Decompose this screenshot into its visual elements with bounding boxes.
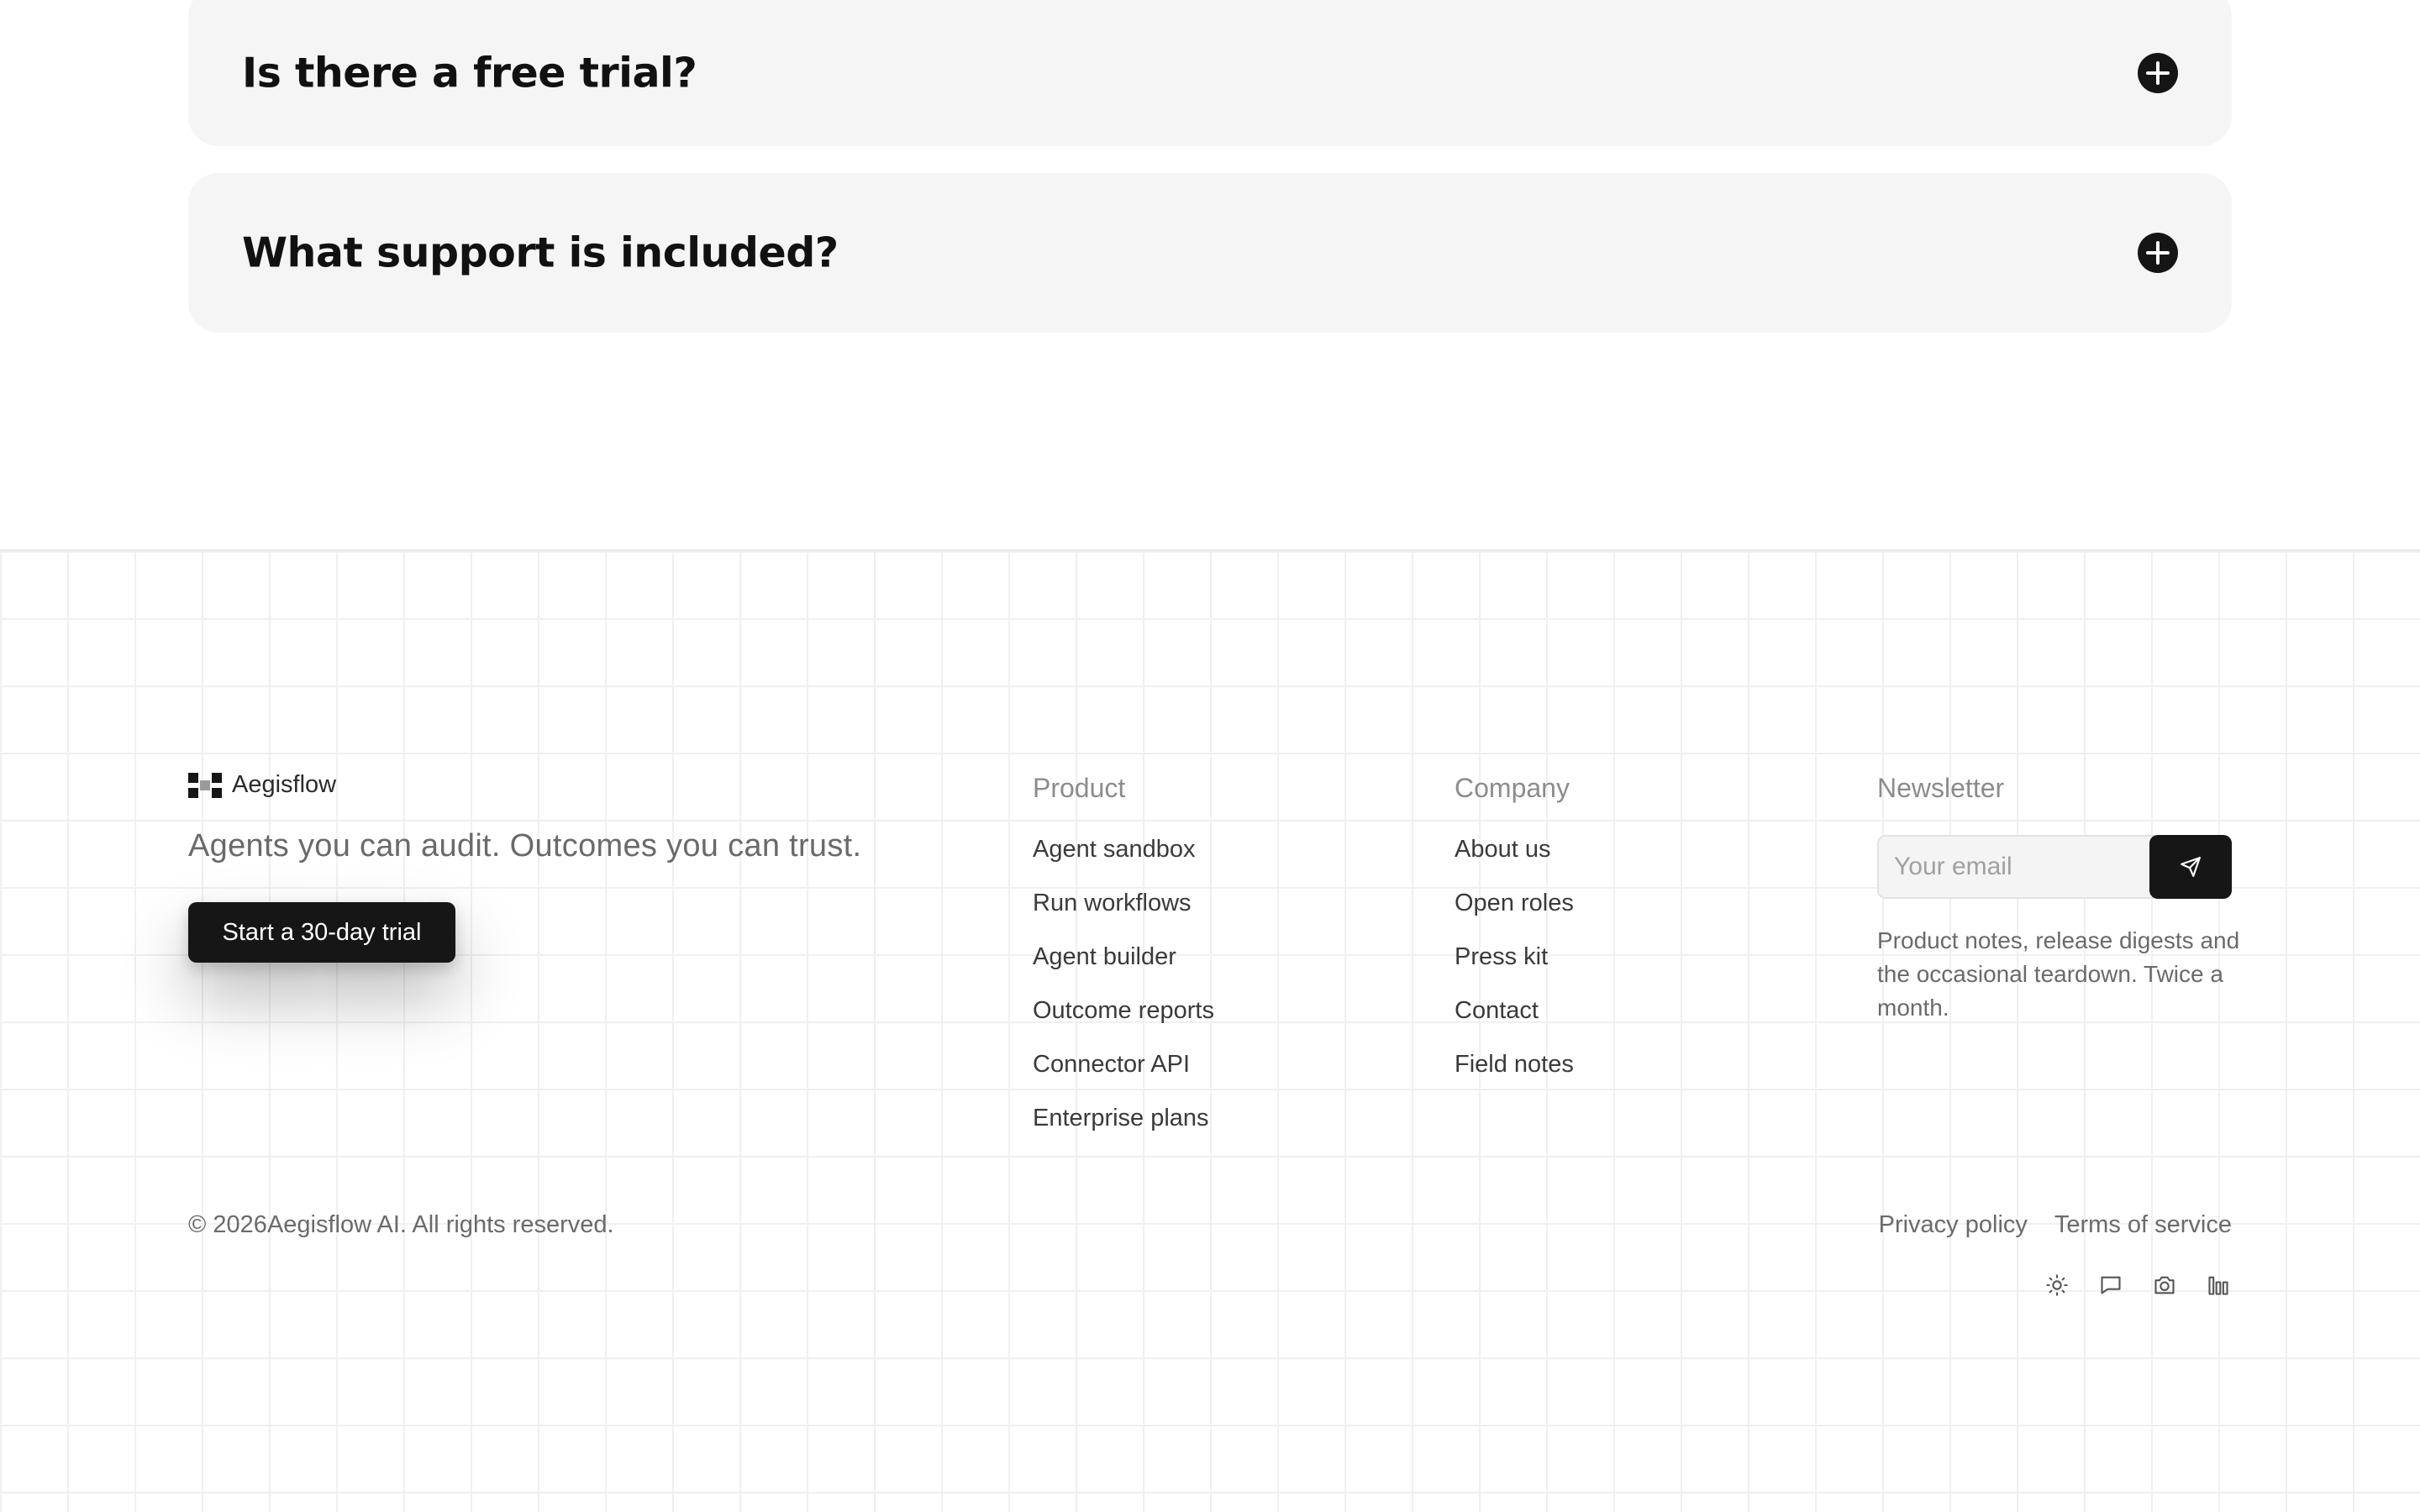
site-footer: Aegisflow Agents you can audit. Outcomes… — [0, 549, 2420, 1512]
column-title: Newsletter — [1877, 773, 2005, 803]
footer-link-outcome-reports[interactable]: Outcome reports — [1033, 984, 1214, 1037]
logo-icon — [188, 772, 222, 798]
footer-link-about-us[interactable]: About us — [1455, 822, 1574, 876]
brand-name: Aegisflow — [232, 771, 337, 798]
send-icon — [2181, 857, 2201, 877]
footer-link-contact[interactable]: Contact — [1455, 984, 1574, 1037]
newsletter-description: Product notes, release digests and the o… — [1877, 927, 2240, 1021]
camera-icon[interactable] — [2151, 1272, 2178, 1299]
footer-link-connector-api[interactable]: Connector API — [1033, 1037, 1214, 1091]
bar-chart-icon[interactable] — [2205, 1272, 2232, 1299]
footer-column-company: Company About us Open roles Press kit Co… — [1455, 773, 1574, 1091]
legal-links: Privacy policy Terms of service — [1879, 1211, 2232, 1239]
copyright-text: © 2026Aegisflow AI. All rights reserved. — [188, 1211, 614, 1238]
footer-link-run-workflows[interactable]: Run workflows — [1033, 876, 1214, 930]
footer-column-product: Product Agent sandbox Run workflows Agen… — [1033, 773, 1214, 1145]
faq-question: Is there a free trial? — [242, 49, 697, 97]
newsletter-email-input[interactable] — [1877, 835, 2154, 899]
faq-item-free-trial[interactable]: Is there a free trial? — [188, 0, 2232, 146]
social-links — [2044, 1272, 2232, 1299]
faq-item-support[interactable]: What support is included? — [188, 173, 2232, 333]
sun-icon[interactable] — [2044, 1272, 2070, 1299]
chat-icon[interactable] — [2097, 1272, 2124, 1299]
footer-column-newsletter: Newsletter — [1877, 773, 2004, 826]
footer-link-agent-builder[interactable]: Agent builder — [1033, 930, 1214, 984]
start-trial-button[interactable]: Start a 30-day trial — [188, 902, 455, 963]
expand-plus-icon[interactable] — [2138, 233, 2178, 273]
privacy-policy-link[interactable]: Privacy policy — [1879, 1211, 2028, 1239]
footer-link-agent-sandbox[interactable]: Agent sandbox — [1033, 822, 1214, 876]
column-title: Company — [1455, 773, 1570, 803]
tagline: Agents you can audit. Outcomes you can t… — [188, 828, 862, 864]
footer-link-open-roles[interactable]: Open roles — [1455, 876, 1574, 930]
terms-of-service-link[interactable]: Terms of service — [2054, 1211, 2232, 1239]
column-title: Product — [1033, 773, 1126, 803]
footer-link-field-notes[interactable]: Field notes — [1455, 1037, 1574, 1091]
expand-plus-icon[interactable] — [2138, 53, 2178, 93]
footer-brand[interactable]: Aegisflow — [188, 771, 336, 799]
footer-link-press-kit[interactable]: Press kit — [1455, 930, 1574, 984]
faq-question: What support is included? — [242, 228, 839, 277]
footer-link-enterprise-plans[interactable]: Enterprise plans — [1033, 1091, 1214, 1145]
newsletter-submit-button[interactable] — [2149, 835, 2232, 899]
newsletter-form — [1877, 835, 2232, 899]
